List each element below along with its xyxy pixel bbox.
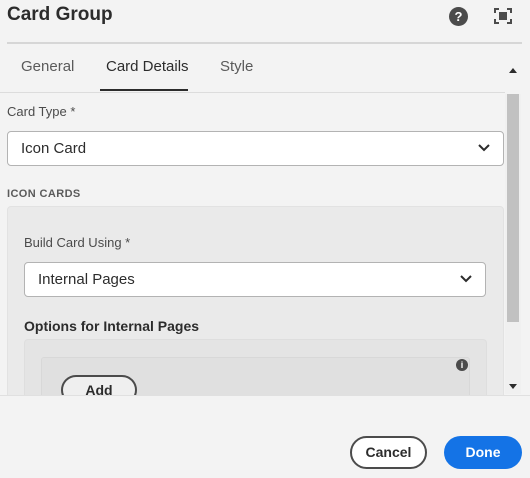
build-card-using-label: Build Card Using *: [24, 235, 131, 250]
tab-general[interactable]: General: [21, 58, 74, 75]
scroll-up-icon[interactable]: [508, 66, 518, 74]
chevron-down-icon: [478, 144, 490, 152]
active-tab-indicator: [100, 89, 188, 91]
header-divider: [7, 42, 522, 44]
options-heading: Options for Internal Pages: [24, 318, 200, 334]
info-icon[interactable]: i: [456, 359, 468, 371]
card-type-select[interactable]: Icon Card: [7, 131, 504, 166]
cancel-button[interactable]: Cancel: [350, 436, 427, 469]
scroll-down-icon[interactable]: [508, 383, 518, 391]
build-card-using-select[interactable]: Internal Pages: [24, 262, 486, 297]
card-type-label: Card Type *: [7, 104, 76, 119]
dialog-title: Card Group: [7, 4, 113, 25]
card-type-value: Icon Card: [21, 140, 87, 157]
section-heading-icon-cards: ICON CARDS: [7, 188, 81, 200]
scrollbar-thumb[interactable]: [507, 94, 519, 322]
tab-list: General Card Details Style: [0, 46, 505, 92]
tab-card-details[interactable]: Card Details: [106, 58, 189, 75]
fullscreen-icon[interactable]: [494, 8, 512, 24]
chevron-down-icon: [460, 275, 472, 283]
build-card-using-value: Internal Pages: [38, 271, 135, 288]
add-button[interactable]: Add: [61, 375, 137, 395]
tab-style[interactable]: Style: [220, 58, 253, 75]
footer-divider: [0, 395, 530, 396]
done-button[interactable]: Done: [444, 436, 522, 469]
help-icon[interactable]: ?: [449, 7, 468, 26]
dialog-content: Card Type * Icon Card ICON CARDS Build C…: [0, 93, 505, 395]
dialog-header: Card Group ?: [0, 0, 530, 42]
card-group-dialog: Card Group ? General Card Details Style …: [0, 0, 530, 478]
